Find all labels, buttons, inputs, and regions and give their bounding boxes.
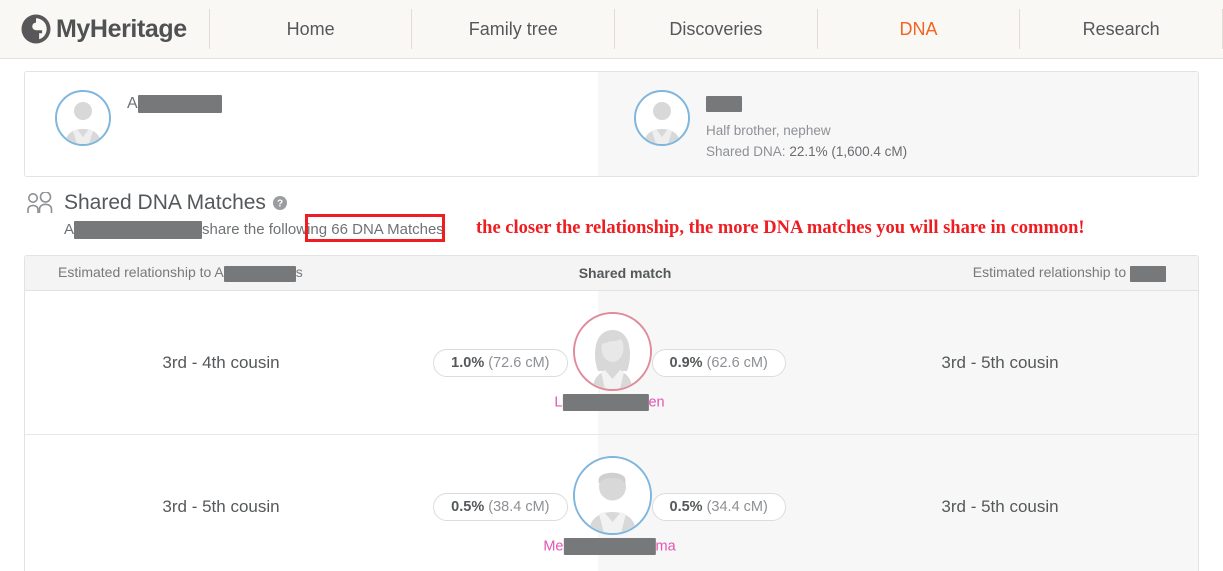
profile-left-info: A bbox=[127, 90, 222, 114]
svg-text:?: ? bbox=[277, 199, 283, 210]
table-row[interactable]: 3rd - 5th cousin 0.5% (38.4 cM) 0.5% (34… bbox=[25, 435, 1198, 571]
row-right-relationship: 3rd - 5th cousin bbox=[941, 496, 1059, 516]
two-people-icon bbox=[27, 192, 53, 213]
subtitle-name-prefix: A bbox=[64, 221, 75, 238]
shared-matches-subtitle: Ashare the following 66 DNA Matches the … bbox=[24, 214, 1199, 245]
section-title: Shared DNA Matches bbox=[64, 191, 266, 214]
nav-item-research[interactable]: Research bbox=[1020, 0, 1222, 58]
match-name-link[interactable]: Me ma bbox=[543, 538, 676, 555]
profile-right: Half brother, nephew Shared DNA: 22.1% (… bbox=[598, 72, 1198, 176]
profile-left: A bbox=[25, 72, 598, 176]
female-avatar-icon bbox=[574, 314, 650, 389]
nav-item-home[interactable]: Home bbox=[210, 0, 412, 58]
column-header-shared-match: Shared match bbox=[578, 265, 672, 281]
avatar[interactable] bbox=[55, 90, 111, 146]
myheritage-logo[interactable]: MyHeritage bbox=[0, 0, 209, 58]
redaction-block bbox=[223, 265, 296, 282]
subtitle-text: share the following 66 DNA Matches bbox=[202, 221, 444, 238]
logo-text: MyHeritage bbox=[56, 14, 187, 43]
help-question-icon[interactable]: ? bbox=[272, 196, 287, 210]
avatar[interactable] bbox=[572, 456, 652, 535]
avatar[interactable] bbox=[634, 90, 690, 146]
annotation-text: the closer the relationship, the more DN… bbox=[476, 218, 1085, 238]
redaction-block bbox=[706, 95, 742, 112]
redaction-block bbox=[562, 394, 649, 411]
nav-item-dna[interactable]: DNA bbox=[818, 0, 1020, 58]
row-right-relationship: 3rd - 5th cousin bbox=[941, 352, 1059, 372]
column-header-left: Estimated relationship to As bbox=[58, 264, 303, 282]
top-navigation-bar: MyHeritage Home Family tree Discoveries … bbox=[0, 0, 1223, 59]
myheritage-tree-logo-icon bbox=[21, 14, 51, 44]
column-header-right: Estimated relationship to bbox=[685, 264, 1198, 282]
match-name-link[interactable]: Len bbox=[554, 394, 665, 411]
redaction-block bbox=[1130, 265, 1166, 282]
profile-right-shared-dna: Shared DNA: 22.1% (1,600.4 cM) bbox=[706, 144, 908, 159]
table-row[interactable]: 3rd - 4th cousin 1.0% (72.6 cM) 0.9% (62… bbox=[25, 291, 1198, 435]
row-left-relationship: 3rd - 5th cousin bbox=[162, 496, 280, 516]
shared-dna-pill-right: 0.9% (62.6 cM) bbox=[651, 348, 786, 377]
row-shared-match-cell: 1.0% (72.6 cM) 0.9% (62.6 cM) Len bbox=[417, 291, 802, 434]
profile-right-relationship: Half brother, nephew bbox=[706, 123, 831, 138]
shared-dna-pill-left: 0.5% (38.4 cM) bbox=[433, 492, 568, 521]
row-left-relationship: 3rd - 4th cousin bbox=[162, 352, 280, 372]
avatar[interactable] bbox=[572, 312, 652, 391]
redaction-block bbox=[563, 538, 656, 555]
row-shared-match-cell: 0.5% (38.4 cM) 0.5% (34.4 cM) Me ma bbox=[417, 435, 802, 571]
shared-dna-matches-heading: Shared DNA Matches ? bbox=[24, 191, 1199, 215]
redaction-block bbox=[74, 221, 203, 240]
profile-right-name bbox=[706, 94, 907, 114]
shared-matches-table: Estimated relationship to As Shared matc… bbox=[24, 255, 1199, 571]
profile-comparison-card: A Half brother, nephew Shared DNA: 22.1%… bbox=[24, 71, 1199, 177]
profile-right-info: Half brother, nephew Shared DNA: 22.1% (… bbox=[706, 90, 907, 159]
nav-item-family-tree[interactable]: Family tree bbox=[412, 0, 614, 58]
redaction-block bbox=[137, 94, 222, 113]
table-header-row: Estimated relationship to As Shared matc… bbox=[25, 256, 1198, 291]
male-avatar-icon bbox=[636, 92, 688, 144]
shared-dna-pill-right: 0.5% (34.4 cM) bbox=[651, 492, 786, 521]
shared-dna-pill-left: 1.0% (72.6 cM) bbox=[433, 348, 568, 377]
profile-left-name: A bbox=[127, 94, 222, 114]
male-avatar-icon bbox=[574, 458, 650, 533]
male-avatar-icon bbox=[57, 92, 109, 144]
nav-item-discoveries[interactable]: Discoveries bbox=[615, 0, 817, 58]
